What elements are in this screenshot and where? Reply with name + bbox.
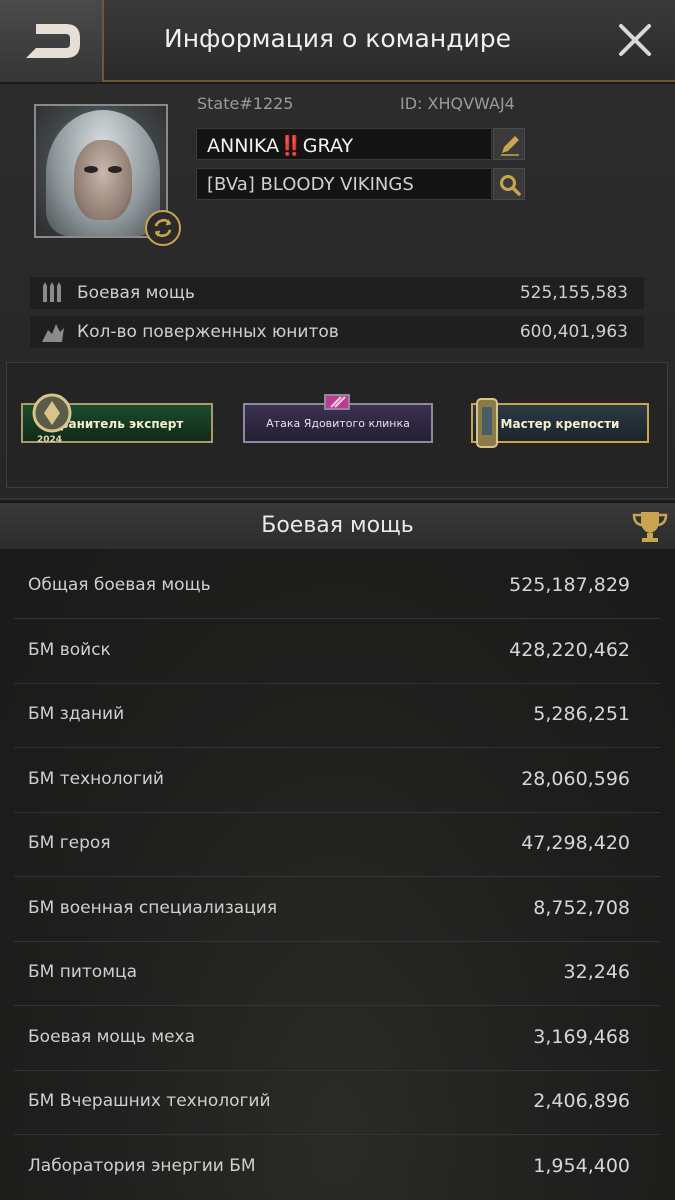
commander-profile: State#1225 ID: XHQVWAJ4 ANNIKA‼️GRAY [BV… xyxy=(0,84,675,500)
power-row-value: 1,954,400 xyxy=(533,1155,630,1177)
power-row: Общая боевая мощь 525,187,829 xyxy=(14,555,660,619)
view-alliance-button[interactable] xyxy=(493,168,525,200)
power-row: БМ питомца 32,246 xyxy=(14,942,660,1006)
stat-label: Боевая мощь xyxy=(77,283,195,303)
power-row: БМ героя 47,298,420 xyxy=(14,813,660,877)
blade-emblem-icon xyxy=(324,394,350,410)
bullets-icon xyxy=(43,282,61,302)
power-row: Боевая мощь меха 3,169,468 xyxy=(14,1007,660,1071)
alliance-name: [BVa] BLOODY VIKINGS xyxy=(196,168,492,200)
power-row: БМ Вчерашних технологий 2,406,896 xyxy=(14,1071,660,1135)
power-row-label: БМ героя xyxy=(28,833,111,853)
power-row-value: 28,060,596 xyxy=(521,768,630,790)
power-row-label: БМ зданий xyxy=(28,704,125,724)
power-row-value: 47,298,420 xyxy=(521,832,630,854)
trophy-icon[interactable] xyxy=(631,509,669,545)
power-row-value: 32,246 xyxy=(563,961,630,983)
power-row-value: 5,286,251 xyxy=(533,703,630,725)
power-row: БМ войск 428,220,462 xyxy=(14,620,660,684)
power-row-label: БМ Вчерашних технологий xyxy=(28,1091,271,1111)
power-row-label: БМ военная специализация xyxy=(28,898,278,918)
power-section-header: Боевая мощь xyxy=(0,503,675,549)
power-row: БМ зданий 5,286,251 xyxy=(14,684,660,748)
back-button[interactable] xyxy=(0,0,104,82)
power-row: БМ технологий 28,060,596 xyxy=(14,749,660,813)
stat-value: 525,155,583 xyxy=(519,283,628,303)
edit-name-button[interactable] xyxy=(493,128,525,160)
power-row-label: БМ технологий xyxy=(28,769,164,789)
commander-name: ANNIKA‼️GRAY xyxy=(196,128,492,160)
stat-row-kills: Кол-во поверженных юнитов 600,401,963 xyxy=(30,316,644,348)
power-row: Лаборатория энергии БМ 1,954,400 xyxy=(14,1136,660,1200)
page-title: Информация о командире xyxy=(164,24,511,53)
badge-year: 2024 xyxy=(37,435,63,445)
stat-value: 600,401,963 xyxy=(519,322,628,342)
kills-icon xyxy=(42,324,64,342)
stat-label: Кол-во поверженных юнитов xyxy=(77,322,339,342)
power-row-value: 428,220,462 xyxy=(509,639,630,661)
power-row-label: Лаборатория энергии БМ xyxy=(28,1156,256,1176)
top-bar: Информация о командире xyxy=(0,0,675,82)
search-icon xyxy=(500,175,521,196)
power-row-label: БМ питомца xyxy=(28,962,138,982)
power-row: БМ военная специализация 8,752,708 xyxy=(14,878,660,942)
shield-emblem-icon xyxy=(476,398,498,448)
pencil-icon xyxy=(501,136,519,156)
power-row-label: Общая боевая мощь xyxy=(28,575,211,595)
player-id[interactable]: ID: XHQVWAJ4 xyxy=(400,94,515,113)
state-label: State#1225 xyxy=(197,94,294,113)
power-section-title: Боевая мощь xyxy=(261,513,414,538)
power-row-label: БМ войск xyxy=(28,640,111,660)
power-row-value: 2,406,896 xyxy=(533,1090,630,1112)
power-breakdown-list: Общая боевая мощь 525,187,829 БМ войск 428… xyxy=(0,549,675,1200)
power-row-value: 525,187,829 xyxy=(509,574,630,596)
stat-row-power: Боевая мощь 525,155,583 xyxy=(30,277,644,309)
close-icon[interactable] xyxy=(617,22,653,58)
power-row-label: Боевая мощь меха xyxy=(28,1027,196,1047)
title-badges-panel: Хранитель эксперт 2024 Атака Ядовитого к… xyxy=(6,362,668,488)
back-arrow-icon xyxy=(26,24,80,58)
change-avatar-icon[interactable] xyxy=(145,210,181,246)
power-row-value: 8,752,708 xyxy=(533,897,630,919)
power-row-value: 3,169,468 xyxy=(533,1026,630,1048)
